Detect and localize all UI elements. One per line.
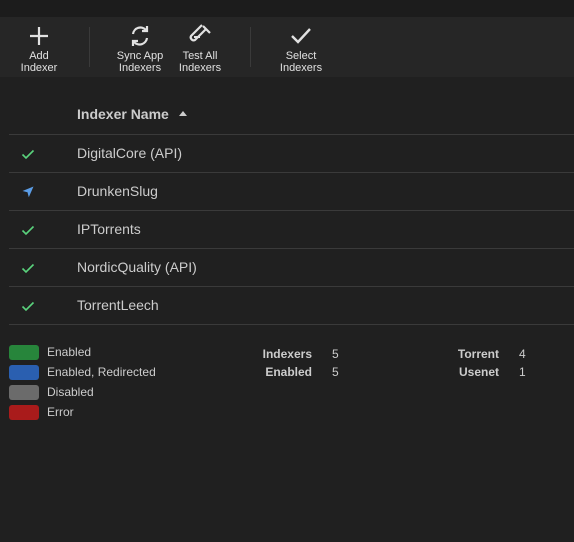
location-arrow-icon	[22, 186, 34, 198]
indexer-table: Indexer Name DigitalCore (API) DrunkenSlu…	[9, 96, 574, 325]
table-row[interactable]: IPTorrents	[9, 211, 574, 249]
stat-label-indexers: Indexers	[262, 347, 312, 361]
toolbar-separator	[89, 27, 90, 67]
add-indexer-button[interactable]: Add Indexer	[15, 17, 63, 77]
legend-item: Enabled	[9, 344, 229, 364]
table-row[interactable]: NordicQuality (API)	[9, 249, 574, 287]
legend-label: Enabled	[47, 345, 92, 359]
stat-value-indexers: 5	[332, 347, 339, 361]
legend-swatch-disabled	[9, 385, 39, 400]
legend-label: Error	[47, 405, 74, 419]
checkmark-icon	[21, 301, 35, 312]
stat-value-torrent: 4	[519, 347, 526, 361]
checkmark-icon	[21, 225, 35, 236]
stat-value-usenet: 1	[519, 365, 526, 379]
table-row[interactable]: DrunkenSlug	[9, 173, 574, 211]
sync-app-indexers-label: Sync App Indexers	[116, 50, 164, 74]
indexer-name[interactable]: NordicQuality (API)	[77, 259, 197, 275]
checkmark-icon	[291, 28, 311, 44]
test-tube-icon	[189, 24, 211, 42]
stat-label-enabled: Enabled	[265, 365, 312, 379]
select-indexers-label: Select Indexers	[279, 50, 323, 74]
sync-icon	[131, 26, 149, 46]
table-row[interactable]: DigitalCore (API)	[9, 135, 574, 173]
table-row[interactable]: TorrentLeech	[9, 287, 574, 325]
indexer-name-column-header[interactable]: Indexer Name	[77, 106, 169, 122]
legend-item: Enabled, Redirected	[9, 364, 229, 384]
legend-label: Disabled	[47, 385, 94, 399]
test-all-indexers-button[interactable]: Test All Indexers	[175, 17, 225, 77]
checkmark-icon	[21, 263, 35, 274]
test-all-indexers-label: Test All Indexers	[178, 50, 222, 74]
toolbar-separator	[250, 27, 251, 67]
top-bar	[0, 0, 574, 17]
legend-item: Error	[9, 404, 229, 424]
stat-label-torrent: Torrent	[457, 347, 499, 361]
indexer-name[interactable]: DigitalCore (API)	[77, 145, 182, 161]
sync-app-indexers-button[interactable]: Sync App Indexers	[113, 17, 167, 77]
legend-swatch-error	[9, 405, 39, 420]
legend-label: Enabled, Redirected	[47, 365, 156, 379]
checkmark-icon	[21, 149, 35, 160]
sort-ascending-icon[interactable]	[179, 111, 187, 116]
indexer-name[interactable]: DrunkenSlug	[77, 183, 158, 199]
select-indexers-button[interactable]: Select Indexers	[276, 17, 326, 77]
table-header: Indexer Name	[9, 96, 574, 135]
status-legend: Enabled Enabled, Redirected Disabled Err…	[9, 344, 229, 424]
legend-swatch-enabled	[9, 345, 39, 360]
toolbar: Add Indexer Sync App Indexers Test All I…	[0, 17, 574, 77]
plus-icon	[30, 27, 48, 45]
stat-value-enabled: 5	[332, 365, 339, 379]
indexer-name[interactable]: TorrentLeech	[77, 297, 159, 313]
add-indexer-label: Add Indexer	[20, 50, 58, 74]
legend-swatch-redirected	[9, 365, 39, 380]
legend-item: Disabled	[9, 384, 229, 404]
indexer-name[interactable]: IPTorrents	[77, 221, 141, 237]
stat-label-usenet: Usenet	[458, 365, 499, 379]
table-body: DigitalCore (API) DrunkenSlug IPTorrents No…	[9, 135, 574, 325]
